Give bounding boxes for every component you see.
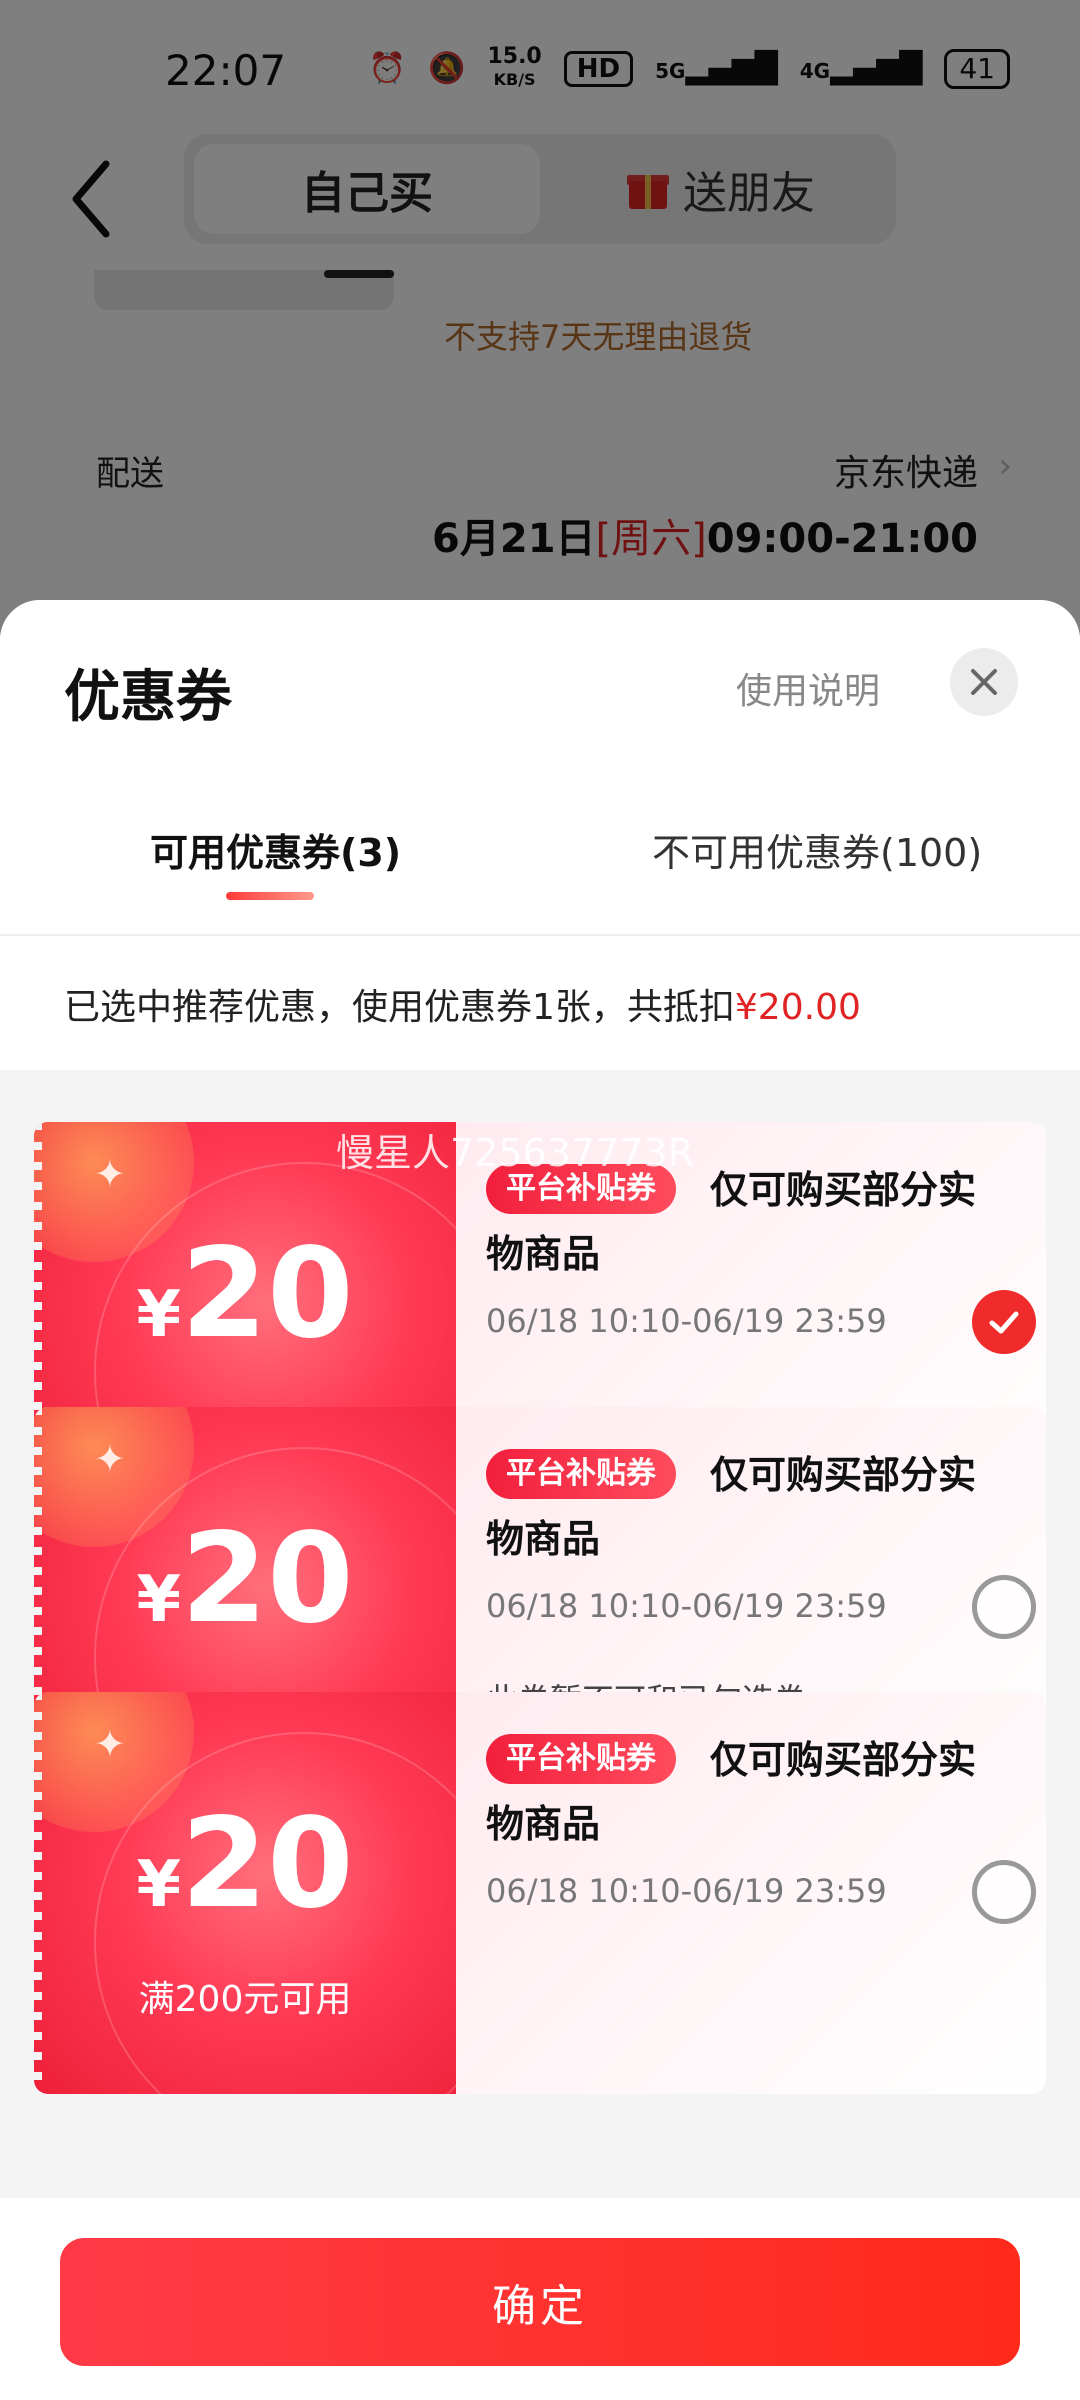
sheet-title: 优惠券 <box>64 665 232 730</box>
coupon-sheet: 优惠券 使用说明 可用优惠券(3) 不可用优惠券(100) 已选中推荐优惠，使用… <box>0 600 1080 2400</box>
coupon-validity: 06/18 10:10-06/19 23:59 <box>486 1872 887 1910</box>
close-button[interactable] <box>950 648 1018 716</box>
tab-available-coupons[interactable]: 可用优惠券(3) <box>150 822 401 877</box>
coupon-details: 仅可购买部分实物商品 平台补贴券 06/18 10:10-06/19 23:59 <box>456 1692 1046 2094</box>
tab-unavailable-coupons[interactable]: 不可用优惠券(100) <box>652 822 982 877</box>
coupon-select-radio[interactable] <box>972 1575 1036 1639</box>
coupon-validity: 06/18 10:10-06/19 23:59 <box>486 1587 887 1625</box>
coupon-amount-value: 20 <box>180 1792 354 1936</box>
summary-amount: ¥20.00 <box>734 987 861 1028</box>
coupon-amount: ¥20 <box>34 1507 456 1651</box>
coupon-validity: 06/18 10:10-06/19 23:59 <box>486 1302 887 1340</box>
coupon-amount-value: 20 <box>180 1507 354 1651</box>
usage-instructions-link[interactable]: 使用说明 <box>736 662 880 714</box>
coupon-amount: ¥20 <box>34 1792 456 1936</box>
sparkle-icon: ✦ <box>94 1722 126 1766</box>
coupon-amount: ¥20 <box>34 1222 456 1366</box>
coupon-value-panel: ✦ ¥20 满200元可用 <box>34 1692 456 2094</box>
sparkle-icon: ✦ <box>94 1152 126 1196</box>
currency-symbol: ¥ <box>136 1563 181 1637</box>
coupon-condition: 满200元可用 <box>138 1979 352 2020</box>
watermark: 慢星人725637773R <box>336 1131 694 1175</box>
bottom-action-bar: 确定 <box>0 2198 1080 2400</box>
coupon-select-radio[interactable] <box>972 1860 1036 1924</box>
sparkle-icon: ✦ <box>94 1437 126 1481</box>
coupon-type-badge: 平台补贴券 <box>486 1734 676 1784</box>
discount-summary: 已选中推荐优惠，使用优惠券1张，共抵扣¥20.00 <box>64 978 861 1030</box>
coupon-card[interactable]: ✦ ¥20 满200元可用 仅可购买部分实物商品 平台补贴券 06/18 10:… <box>34 1692 1046 2094</box>
active-tab-indicator <box>226 892 314 900</box>
summary-text: 已选中推荐优惠，使用优惠券1张，共抵扣 <box>64 987 735 1028</box>
coupon-type-badge: 平台补贴券 <box>486 1449 676 1499</box>
currency-symbol: ¥ <box>136 1278 181 1352</box>
confirm-button[interactable]: 确定 <box>60 2238 1020 2366</box>
currency-symbol: ¥ <box>136 1848 181 1922</box>
close-icon <box>971 669 997 695</box>
coupon-sheet-header: 优惠券 使用说明 可用优惠券(3) 不可用优惠券(100) 已选中推荐优惠，使用… <box>0 600 1080 1070</box>
checkmark-icon <box>989 1311 1019 1334</box>
coupon-amount-value: 20 <box>180 1222 354 1366</box>
coupon-checked-radio[interactable] <box>972 1290 1036 1354</box>
divider <box>0 934 1080 936</box>
